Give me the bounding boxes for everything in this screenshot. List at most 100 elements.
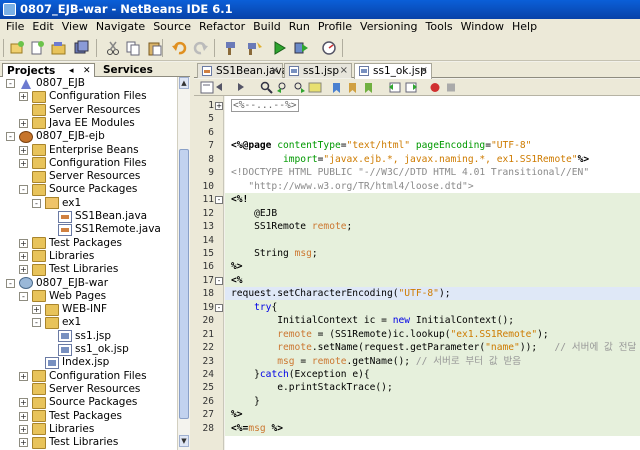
menu-profile[interactable]: Profile [314,19,356,35]
collapse-icon[interactable]: - [32,198,41,208]
expand-icon[interactable]: + [32,305,41,315]
menu-window[interactable]: Window [457,19,508,35]
new-file-icon[interactable] [28,39,46,56]
tree-item[interactable]: ss1.jsp [58,330,111,343]
prev-bookmark-icon[interactable] [330,81,344,94]
undo-icon[interactable] [170,39,188,56]
tree-item[interactable]: Configuration Files [32,90,147,103]
menu-source[interactable]: Source [149,19,195,35]
close-tab-icon[interactable]: × [271,64,279,78]
menu-navigate[interactable]: Navigate [92,19,149,35]
collapse-icon[interactable]: - [19,291,28,301]
tree-item[interactable]: ex1 [45,197,81,210]
tree-item[interactable]: Test Packages [32,410,122,423]
code-line[interactable]: <% [231,274,243,287]
code-line[interactable]: <%--...--%> [231,99,299,112]
code-line[interactable]: msg = remote.getName(); // 서버로 부터 값 받음 [231,355,521,368]
tree-item[interactable]: SS1Remote.java [58,223,161,236]
save-all-icon[interactable] [72,39,90,56]
tree-item[interactable]: Server Resources [32,104,140,117]
menu-help[interactable]: Help [508,19,541,35]
tree-item[interactable]: ss1_ok.jsp [58,343,129,356]
tree-item[interactable]: Enterprise Beans [32,144,139,157]
tree-item[interactable]: Test Packages [32,237,122,250]
new-project-icon[interactable] [8,39,26,56]
collapse-icon[interactable]: - [6,278,15,288]
run-icon[interactable] [270,39,288,56]
scrollbar-thumb[interactable] [179,149,189,419]
cut-icon[interactable] [104,39,122,56]
toggle-bookmark-icon[interactable] [362,81,376,94]
expand-icon[interactable]: + [19,92,28,102]
menu-view[interactable]: View [58,19,92,35]
tree-item[interactable]: Test Libraries [32,436,118,449]
tree-item[interactable]: Server Resources [32,383,140,396]
menu-build[interactable]: Build [249,19,285,35]
shift-left-icon[interactable] [388,81,402,94]
tree-item[interactable]: 0807_EJB-ejb [19,130,105,143]
tree-item[interactable]: Server Resources [32,170,140,183]
expand-icon[interactable]: + [19,398,28,408]
code-line[interactable]: remote = (SS1Remote)ic.lookup("ex1.SS1Re… [231,328,548,341]
menu-refactor[interactable]: Refactor [195,19,249,35]
code-line[interactable]: @EJB [231,207,277,220]
menu-edit[interactable]: Edit [28,19,57,35]
stop-macro-icon[interactable] [444,81,458,94]
tree-scrollbar[interactable]: ▲ ▼ [177,77,190,450]
code-line[interactable]: remote.setName(request.getParameter("nam… [231,341,636,354]
collapse-icon[interactable]: - [6,132,15,142]
menu-file[interactable]: File [2,19,28,35]
start-macro-icon[interactable] [428,81,442,94]
editor-tab[interactable]: ss1_ok.jsp × [354,63,432,79]
code-line[interactable]: String msg; [231,247,318,260]
collapse-icon[interactable]: - [19,185,28,195]
close-tab-icon[interactable]: × [340,64,348,78]
back-icon[interactable] [214,81,228,94]
editor-tab[interactable]: ss1.jsp × [284,63,352,78]
expand-icon[interactable]: + [19,118,28,128]
redo-icon[interactable] [192,39,210,56]
tab-services[interactable]: Services [99,63,179,77]
code-line[interactable]: <!DOCTYPE HTML PUBLIC "-//W3C//DTD HTML … [231,166,589,179]
code-line[interactable]: <%! [231,193,248,206]
code-editor[interactable]: <%--...--%> <%@page contentType="text/htm… [225,96,640,450]
expand-icon[interactable]: + [19,145,28,155]
tree-item[interactable]: WEB-INF [45,303,107,316]
scroll-up-icon[interactable]: ▲ [179,77,189,89]
tree-item[interactable]: Source Packages [32,183,137,196]
shift-right-icon[interactable] [404,81,418,94]
code-line[interactable]: try{ [231,301,277,314]
code-line[interactable]: %> [231,260,243,273]
expand-icon[interactable]: + [19,424,28,434]
menu-tools[interactable]: Tools [422,19,457,35]
tree-item[interactable]: Web Pages [32,290,106,303]
tree-item[interactable]: Libraries [32,423,94,436]
collapse-fold-icon[interactable]: - [215,196,223,205]
expand-icon[interactable]: + [19,158,28,168]
expand-icon[interactable]: + [19,265,28,275]
collapse-icon[interactable]: - [6,79,15,88]
tree-item[interactable]: 0807_EJB [19,77,85,90]
tree-item[interactable]: Libraries [32,250,94,263]
clean-build-icon[interactable] [224,39,242,56]
code-line[interactable]: request.setCharacterEncoding("UTF-8"); [231,287,451,300]
expand-icon[interactable]: + [19,438,28,448]
find-next-icon[interactable] [292,81,306,94]
expand-icon[interactable]: + [19,411,28,421]
debug-icon[interactable] [292,39,310,56]
editor-tab[interactable]: SS1Bean.java × [197,63,288,78]
next-bookmark-icon[interactable] [346,81,360,94]
tree-item[interactable]: Source Packages [32,396,137,409]
collapse-icon[interactable]: - [32,318,41,328]
source-view-icon[interactable] [200,81,214,94]
code-line[interactable]: <%=msg %> [231,422,283,435]
find-icon[interactable] [260,81,274,94]
code-line[interactable]: } [231,395,260,408]
code-line[interactable]: InitialContext ic = new InitialContext()… [231,314,514,327]
forward-icon[interactable] [232,81,246,94]
tree-item[interactable]: 0807_EJB-war [19,277,108,290]
collapse-fold-icon[interactable]: - [215,276,223,285]
menu-run[interactable]: Run [285,19,314,35]
expand-fold-icon[interactable]: + [215,102,223,110]
code-line[interactable]: }catch(Exception e){ [231,368,370,381]
